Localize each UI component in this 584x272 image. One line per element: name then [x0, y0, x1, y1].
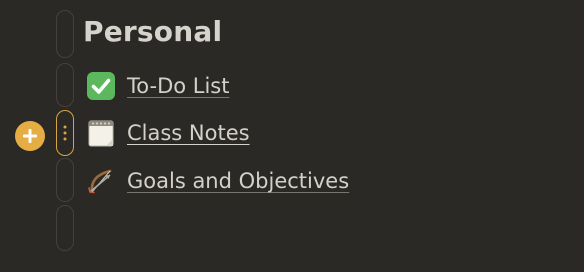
class-notes-link[interactable]: Class Notes — [127, 121, 250, 145]
block-handle-goals[interactable] — [56, 158, 74, 202]
list-item-todo-list[interactable]: To-Do List — [86, 69, 229, 103]
drag-dots-icon — [63, 125, 67, 141]
goals-and-objectives-link[interactable]: Goals and Objectives — [127, 169, 349, 193]
block-handle-title[interactable] — [56, 10, 74, 58]
block-handle-empty[interactable] — [56, 205, 74, 251]
list-item-goals-and-objectives[interactable]: Goals and Objectives — [86, 164, 349, 198]
block-drag-handle[interactable] — [56, 110, 74, 156]
notepad-icon — [86, 118, 116, 148]
bow-and-arrow-icon — [86, 166, 116, 196]
list-item-class-notes[interactable]: Class Notes — [86, 116, 250, 150]
page-title: Personal — [83, 15, 223, 48]
check-mark-button-icon — [86, 71, 116, 101]
todo-list-link[interactable]: To-Do List — [127, 74, 229, 98]
block-handle-todo-list[interactable] — [56, 63, 74, 107]
add-block-button[interactable] — [15, 121, 45, 151]
